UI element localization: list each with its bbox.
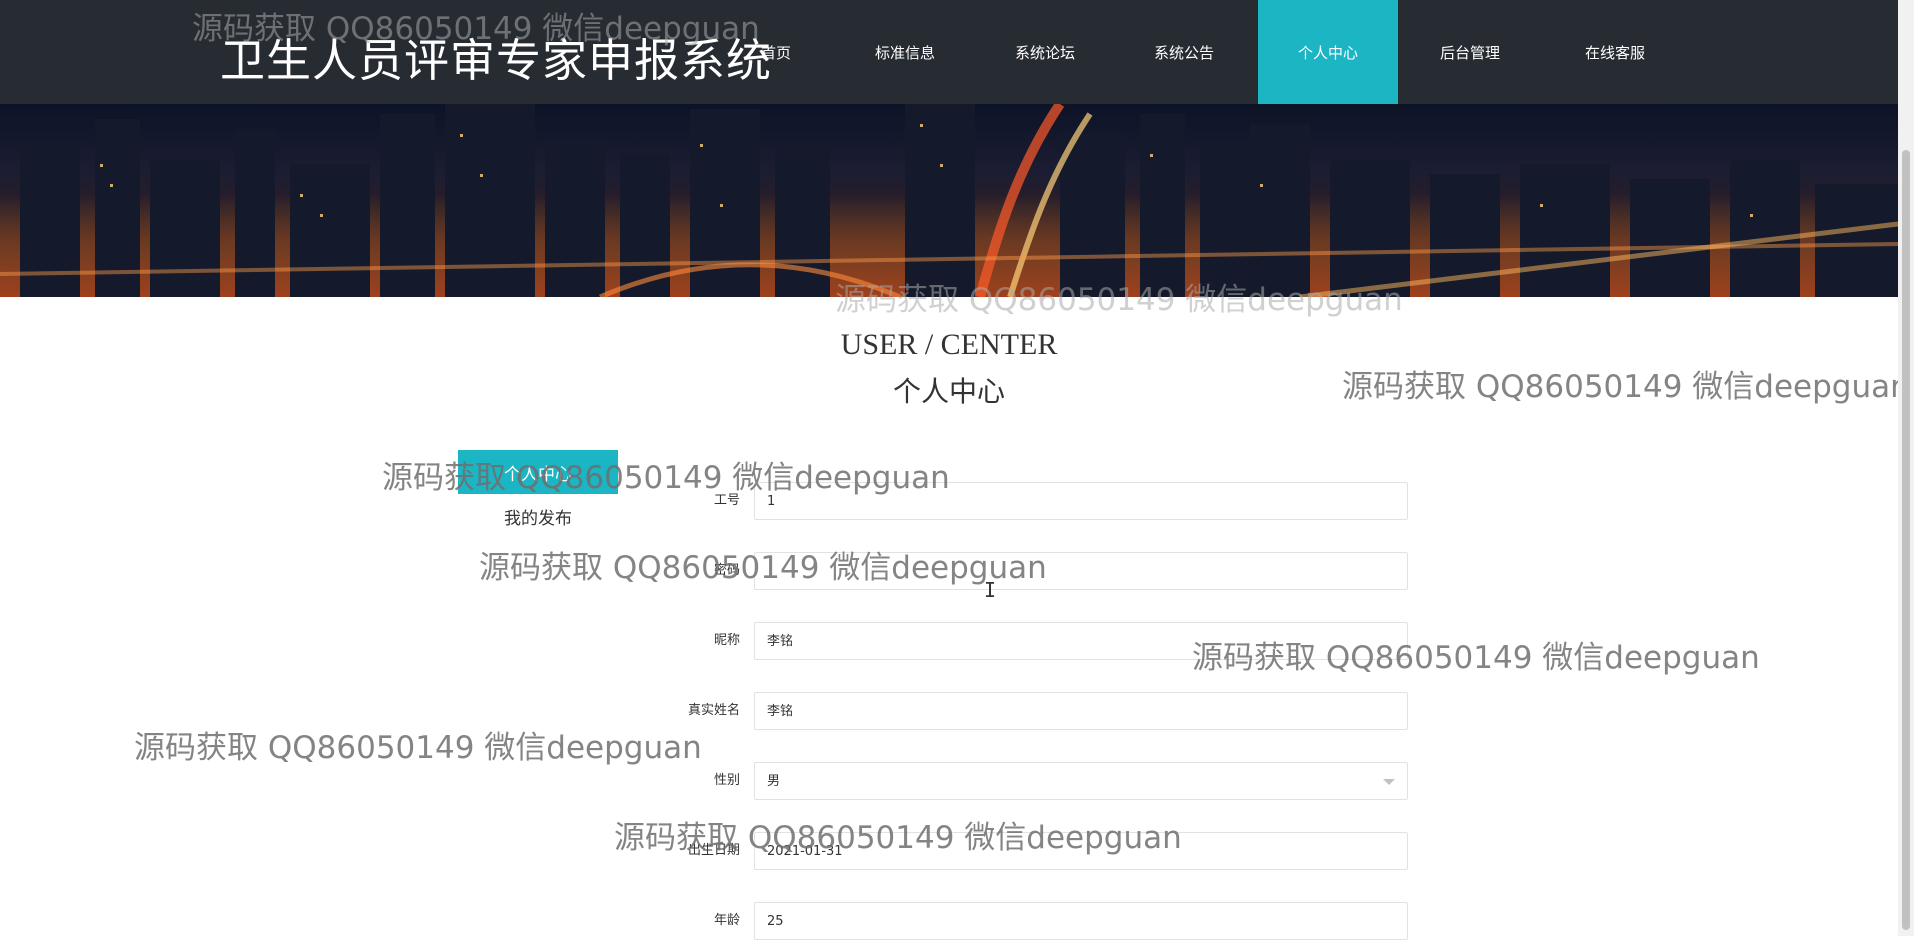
label-real-name: 真实姓名 xyxy=(687,703,740,718)
nickname-input[interactable]: 李铭 xyxy=(754,622,1408,660)
gender-select[interactable]: 男 xyxy=(754,762,1408,800)
label-age: 年龄 xyxy=(713,913,740,928)
gender-select-value: 男 xyxy=(767,774,781,789)
top-navbar: 卫生人员评审专家申报系统 首页 标准信息 系统论坛 系统公告 个人中心 后台管理… xyxy=(0,0,1898,104)
nav-user-center[interactable]: 个人中心 xyxy=(1258,0,1398,104)
nav-admin[interactable]: 后台管理 xyxy=(1400,0,1540,104)
side-menu-my-posts[interactable]: 我的发布 xyxy=(458,494,618,538)
nav-announcements[interactable]: 系统公告 xyxy=(1114,0,1254,104)
label-nickname: 昵称 xyxy=(713,633,740,648)
label-birth-date: 出生日期 xyxy=(687,843,740,858)
label-gender: 性别 xyxy=(713,773,740,788)
section-title-cn: 个人中心 xyxy=(892,375,1005,408)
city-skyline-graphic xyxy=(0,104,1898,297)
side-menu-user-center[interactable]: 个人中心 xyxy=(458,450,618,494)
site-title: 卫生人员评审专家申报系统 xyxy=(220,34,773,87)
nav-standard-info[interactable]: 标准信息 xyxy=(835,0,975,104)
nav-forum[interactable]: 系统论坛 xyxy=(975,0,1115,104)
real-name-input[interactable]: 李铭 xyxy=(754,692,1408,730)
nav-home[interactable]: 首页 xyxy=(706,0,846,104)
scrollbar-thumb[interactable] xyxy=(1902,150,1910,930)
birth-date-input[interactable]: 2021-01-31 xyxy=(754,832,1408,870)
chevron-down-icon xyxy=(1383,779,1395,785)
page-scrollbar[interactable] xyxy=(1898,0,1914,936)
banner-image xyxy=(0,104,1898,297)
label-employee-id: 工号 xyxy=(713,493,740,508)
text-cursor-icon: I xyxy=(984,578,997,602)
employee-id-input[interactable]: 1 xyxy=(754,482,1408,520)
password-input[interactable] xyxy=(754,552,1408,590)
age-input[interactable]: 25 xyxy=(754,902,1408,940)
label-password: 密码 xyxy=(713,563,740,578)
section-title-en: USER / CENTER xyxy=(840,328,1058,361)
nav-online-service[interactable]: 在线客服 xyxy=(1545,0,1685,104)
watermark: 源码获取 QQ86050149 微信deepguan xyxy=(134,730,702,766)
